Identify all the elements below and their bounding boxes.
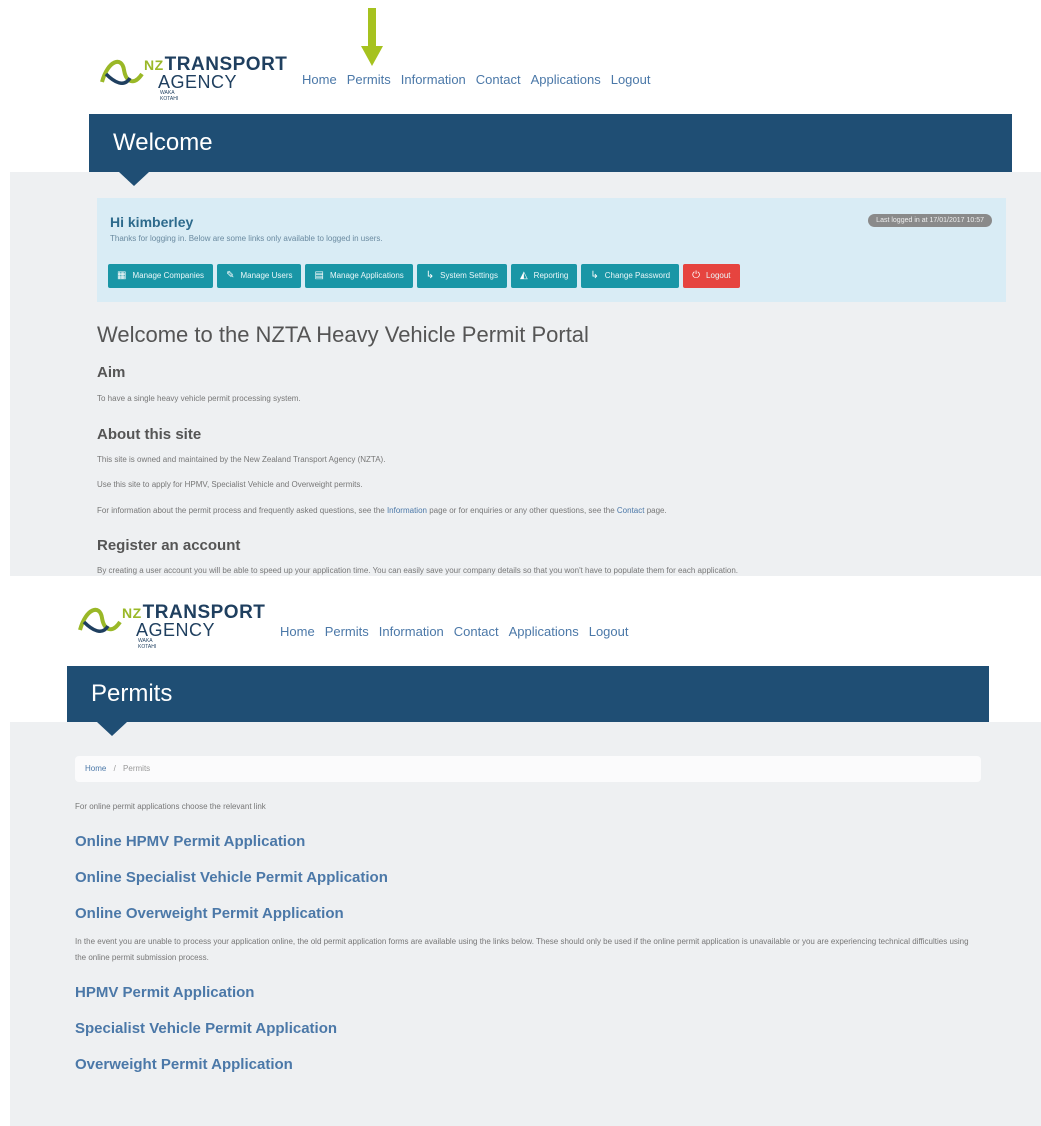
change-password-button[interactable]: ↳ Change Password — [581, 264, 680, 288]
nav-logout[interactable]: Logout — [611, 72, 651, 87]
page-title: Welcome — [113, 129, 213, 156]
contact-link[interactable]: Contact — [617, 506, 645, 515]
information-link[interactable]: Information — [387, 506, 427, 515]
breadcrumb-home[interactable]: Home — [85, 764, 106, 773]
logo-swoosh-icon — [78, 607, 122, 633]
nav-applications[interactable]: Applications — [509, 624, 579, 639]
last-logged-badge: Last logged in at 17/01/2017 10:57 — [868, 214, 992, 227]
banner-pointer — [119, 172, 149, 186]
online-overweight-link[interactable]: Online Overweight Permit Application — [75, 905, 344, 922]
aim-heading: Aim — [97, 364, 126, 381]
logo-text-waka-kotahi: WAKA KOTAHI — [138, 638, 157, 650]
specialist-form-link[interactable]: Specialist Vehicle Permit Application — [75, 1020, 337, 1037]
nav-applications[interactable]: Applications — [531, 72, 601, 87]
online-specialist-link[interactable]: Online Specialist Vehicle Permit Applica… — [75, 869, 388, 886]
main-nav: Home Permits Information Contact Applica… — [280, 624, 628, 639]
manage-companies-button[interactable]: ▦ Manage Companies — [108, 264, 214, 288]
paper-forms-note: In the event you are unable to process y… — [75, 937, 969, 962]
logo-text-waka-kotahi: WAKA KOTAHI — [160, 90, 179, 102]
permits-screenshot: NZTRANSPORT AGENCY WAKA KOTAHI Home Perm… — [0, 576, 1041, 1126]
nav-logout[interactable]: Logout — [589, 624, 629, 639]
admin-button-row: ▦ Manage Companies ✎ Manage Users ▤ Manage … — [108, 264, 740, 288]
key-icon: ↳ — [590, 270, 599, 281]
welcome-screenshot: NZTRANSPORT AGENCY WAKA KOTAHI Home Perm… — [0, 0, 1041, 576]
power-icon: ⏻ — [692, 270, 701, 281]
permits-banner: Permits — [67, 666, 989, 736]
about-heading: About this site — [97, 426, 202, 443]
nav-permits[interactable]: Permits — [347, 72, 391, 87]
welcome-heading: Welcome to the NZTA Heavy Vehicle Permit… — [97, 322, 589, 347]
nav-information[interactable]: Information — [401, 72, 466, 87]
nav-contact[interactable]: Contact — [454, 624, 499, 639]
welcome-banner: Welcome — [89, 114, 1012, 186]
manage-users-button[interactable]: ✎ Manage Users — [217, 264, 302, 288]
breadcrumb: Home / Permits — [75, 756, 981, 782]
nav-permits[interactable]: Permits — [325, 624, 369, 639]
about-text-1: This site is owned and maintained by the… — [97, 455, 386, 464]
logout-button[interactable]: ⏻ Logout — [683, 264, 740, 288]
overweight-form-link[interactable]: Overweight Permit Application — [75, 1056, 293, 1073]
logo-swoosh-icon — [100, 59, 144, 85]
register-heading: Register an account — [97, 537, 241, 554]
hpmv-form-link[interactable]: HPMV Permit Application — [75, 984, 254, 1001]
logged-in-note: Thanks for logging in. Below are some li… — [110, 234, 383, 243]
user-panel: Hi kimberley Thanks for logging in. Belo… — [97, 198, 1006, 302]
greeting: Hi kimberley — [110, 214, 194, 230]
nav-contact[interactable]: Contact — [476, 72, 521, 87]
breadcrumb-current: Permits — [123, 764, 151, 773]
document-icon: ▤ — [314, 270, 324, 281]
building-icon: ▦ — [117, 270, 127, 281]
breadcrumb-separator: / — [113, 764, 116, 773]
chart-icon: ◭ — [519, 270, 528, 281]
online-hpmv-link[interactable]: Online HPMV Permit Application — [75, 833, 305, 850]
user-icon: ✎ — [226, 270, 235, 281]
aim-text: To have a single heavy vehicle permit pr… — [97, 394, 301, 403]
about-text-2: Use this site to apply for HPMV, Special… — [97, 480, 363, 489]
reporting-button[interactable]: ◭ Reporting — [510, 264, 578, 288]
manage-applications-button[interactable]: ▤ Manage Applications — [305, 264, 413, 288]
permits-intro: For online permit applications choose th… — [75, 802, 266, 811]
main-nav: Home Permits Information Contact Applica… — [302, 72, 650, 87]
about-text-3: For information about the permit process… — [97, 506, 667, 515]
nav-information[interactable]: Information — [379, 624, 444, 639]
system-settings-button[interactable]: ↳ System Settings — [416, 264, 507, 288]
banner-pointer — [97, 722, 127, 736]
nav-home[interactable]: Home — [302, 72, 337, 87]
page-title: Permits — [91, 680, 173, 707]
wrench-icon: ↳ — [425, 270, 435, 281]
nav-home[interactable]: Home — [280, 624, 315, 639]
register-text: By creating a user account you will be a… — [97, 566, 739, 575]
